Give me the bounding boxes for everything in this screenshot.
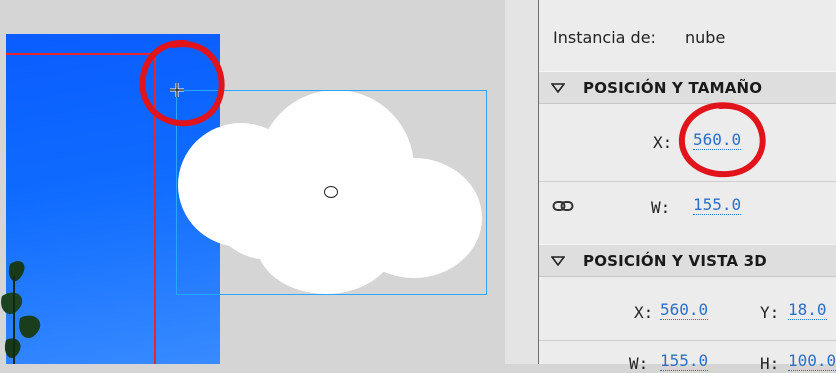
x3d-label: X: (634, 303, 654, 322)
panel-divider[interactable] (505, 0, 539, 364)
section-title: POSICIÓN Y TAMAÑO (583, 79, 763, 97)
x-label: X: (653, 133, 673, 152)
link-icon[interactable] (552, 199, 574, 213)
section-position-3d[interactable]: POSICIÓN Y VISTA 3D (539, 244, 836, 277)
properties-panel: Instancia de: nube POSICIÓN Y TAMAÑO X: … (539, 0, 836, 373)
triangle-down-icon[interactable] (551, 83, 565, 93)
w-value[interactable]: 155.0 (693, 196, 742, 215)
h3d-value[interactable]: 100.0 (788, 352, 836, 371)
instance-label: Instancia de: (553, 28, 656, 47)
transform-point-icon[interactable] (324, 186, 338, 198)
instance-name: nube (685, 28, 726, 47)
x3d-value[interactable]: 560.0 (660, 301, 709, 320)
y3d-value[interactable]: 18.0 (788, 301, 827, 320)
annotation-red-circle (678, 102, 766, 178)
annotation-red-circle (139, 39, 225, 127)
separator (539, 340, 836, 341)
w3d-value[interactable]: 155.0 (660, 352, 709, 371)
y3d-label: Y: (760, 303, 780, 322)
stage-canvas[interactable] (0, 0, 505, 364)
section-title: POSICIÓN Y VISTA 3D (583, 252, 767, 270)
w-label: W: (651, 198, 671, 217)
plant-leaves-image (1, 261, 41, 364)
triangle-down-icon[interactable] (551, 256, 565, 266)
